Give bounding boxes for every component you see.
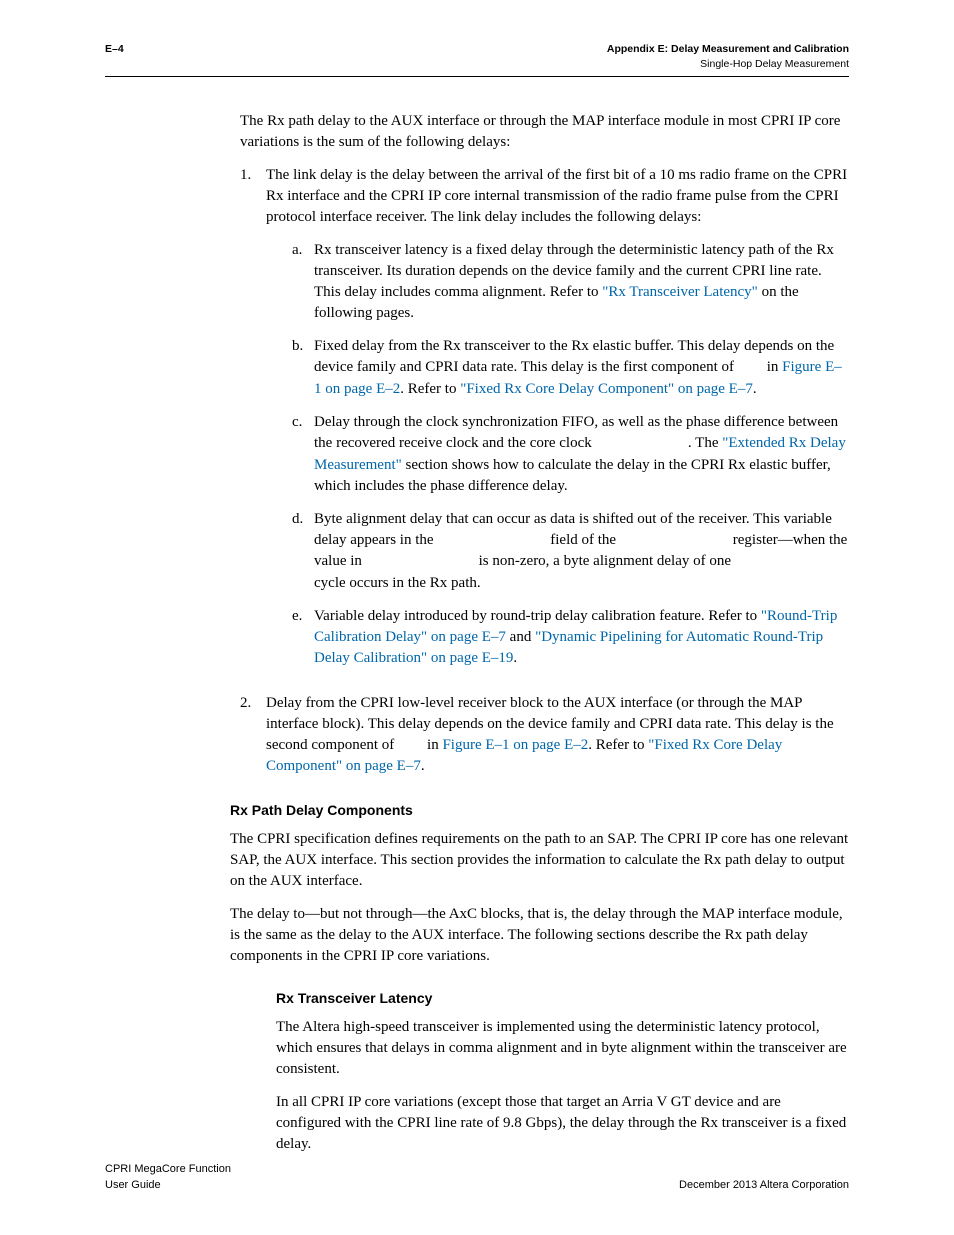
page-header: E–4 Appendix E: Delay Measurement and Ca… bbox=[105, 42, 849, 71]
text: in bbox=[763, 359, 782, 375]
main-content: The Rx path delay to the AUX interface o… bbox=[240, 111, 849, 1154]
list-marker: e. bbox=[292, 606, 314, 669]
text: and bbox=[506, 629, 535, 645]
text: cycle occurs in the Rx path. bbox=[314, 575, 481, 591]
page-footer: CPRI MegaCore Function User Guide Decemb… bbox=[105, 1162, 849, 1193]
appendix-subtitle: Single-Hop Delay Measurement bbox=[607, 57, 849, 72]
item-1-lead: The link delay is the delay between the … bbox=[266, 167, 847, 225]
code-t2b: T2b bbox=[738, 360, 763, 376]
text: is non-zero, a byte alignment delay of o… bbox=[475, 553, 735, 569]
text: . bbox=[421, 758, 425, 774]
list-item: 2. Delay from the CPRI low-level receive… bbox=[240, 693, 849, 778]
text: . The bbox=[688, 435, 722, 451]
footer-doc-title: CPRI MegaCore Function User Guide bbox=[105, 1162, 231, 1193]
paragraph: In all CPRI IP core variations (except t… bbox=[276, 1092, 849, 1155]
doc-subtitle: User Guide bbox=[105, 1178, 231, 1193]
footer-date-corp: December 2013 Altera Corporation bbox=[679, 1178, 849, 1193]
text: Variable delay introduced by round-trip … bbox=[314, 608, 761, 624]
code-cpri-rx-delay: CPRI_RX_DELAY bbox=[620, 533, 729, 549]
list-item: e. Variable delay introduced by round-tr… bbox=[292, 606, 849, 669]
list-item: a. Rx transceiver latency is a fixed del… bbox=[292, 240, 849, 324]
list-item: c. Delay through the clock synchronizati… bbox=[292, 412, 849, 497]
paragraph: The delay to—but not through—the AxC blo… bbox=[230, 904, 849, 967]
code-rx-byte-delay: rx_byte_delay bbox=[437, 533, 546, 549]
paragraph: The CPRI specification defines requireme… bbox=[230, 829, 849, 892]
list-marker: 2. bbox=[240, 693, 266, 778]
text: . bbox=[513, 650, 517, 666]
header-rule bbox=[105, 76, 849, 77]
text: . bbox=[753, 381, 757, 397]
list-marker: a. bbox=[292, 240, 314, 324]
text: . Refer to bbox=[400, 381, 460, 397]
intro-paragraph: The Rx path delay to the AUX interface o… bbox=[240, 111, 849, 153]
list-marker: b. bbox=[292, 336, 314, 400]
doc-title: CPRI MegaCore Function bbox=[105, 1162, 231, 1177]
code-t2b: T2b bbox=[398, 738, 423, 754]
code-cpri-clkout: cpri_clkout bbox=[596, 436, 688, 452]
list-item: 1. The link delay is the delay between t… bbox=[240, 165, 849, 680]
code-rx-byte-delay: rx_byte_delay bbox=[366, 554, 475, 570]
page-number: E–4 bbox=[105, 42, 124, 57]
link-rx-transceiver-latency[interactable]: "Rx Transceiver Latency" bbox=[602, 284, 758, 300]
paragraph: The Altera high-speed transceiver is imp… bbox=[276, 1017, 849, 1080]
text: in bbox=[423, 737, 442, 753]
list-marker: c. bbox=[292, 412, 314, 497]
appendix-title: Appendix E: Delay Measurement and Calibr… bbox=[607, 42, 849, 57]
text: . Refer to bbox=[588, 737, 648, 753]
text: field of the bbox=[547, 532, 620, 548]
link-figure-e1[interactable]: Figure E–1 on page E–2 bbox=[442, 737, 588, 753]
link-fixed-rx-core-delay[interactable]: "Fixed Rx Core Delay Component" on page … bbox=[460, 381, 753, 397]
list-marker: 1. bbox=[240, 165, 266, 680]
list-marker: d. bbox=[292, 509, 314, 594]
list-item: d. Byte alignment delay that can occur a… bbox=[292, 509, 849, 594]
header-titles: Appendix E: Delay Measurement and Calibr… bbox=[607, 42, 849, 71]
heading-rx-transceiver-latency: Rx Transceiver Latency bbox=[276, 989, 849, 1009]
list-item: b. Fixed delay from the Rx transceiver t… bbox=[292, 336, 849, 400]
heading-rx-path-delay-components: Rx Path Delay Components bbox=[230, 801, 849, 821]
code-cpri-clkout: cpri_clkout bbox=[735, 554, 827, 570]
